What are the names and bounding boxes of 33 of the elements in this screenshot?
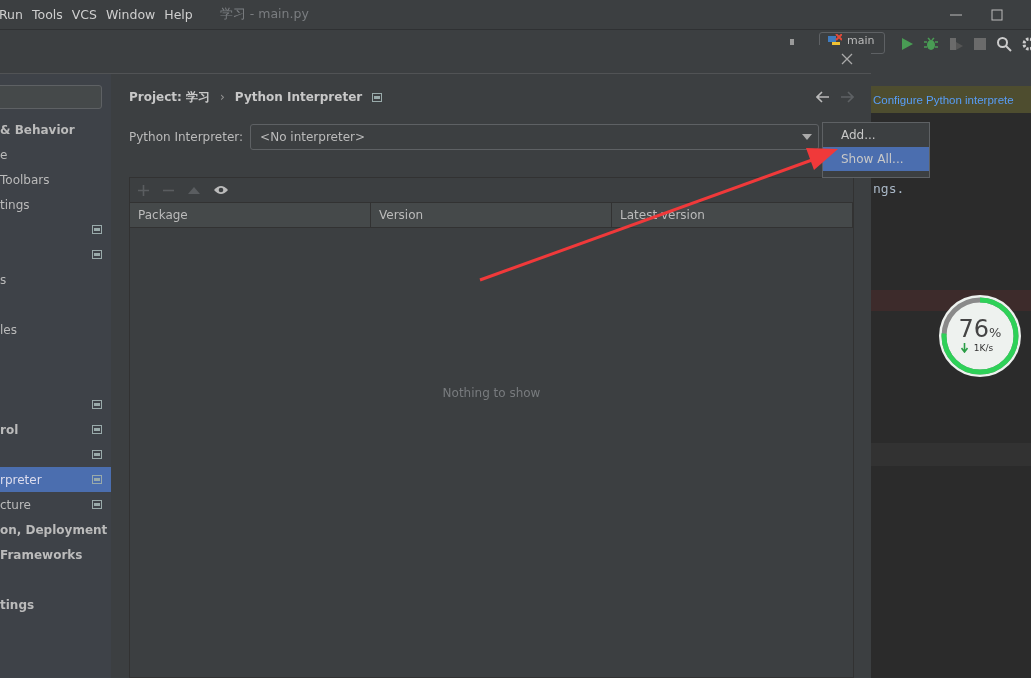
sidebar-item[interactable]: e xyxy=(0,142,111,167)
sidebar-item[interactable]: Toolbars xyxy=(0,167,111,192)
sidebar-item[interactable]: tings xyxy=(0,192,111,217)
percent-unit: % xyxy=(989,325,1002,340)
sidebar-item[interactable]: rol xyxy=(0,417,111,442)
menu-item[interactable]: Tools xyxy=(31,7,63,22)
breadcrumb-item: Project: 学习 xyxy=(129,88,211,106)
empty-table-text: Nothing to show xyxy=(442,385,541,400)
menu-item[interactable]: Run xyxy=(0,7,23,22)
interpreter-dropdown[interactable]: <No interpreter> xyxy=(250,124,819,150)
sidebar-item[interactable]: tings xyxy=(0,592,111,617)
menu-item[interactable]: Add... xyxy=(823,123,929,147)
interpreter-label: Python Interpreter: xyxy=(129,130,244,144)
sidebar-item[interactable]: cture xyxy=(0,492,111,517)
menu-item[interactable]: Window xyxy=(106,7,156,22)
configure-interpreter-link[interactable]: Configure Python interprete xyxy=(873,93,1014,106)
breadcrumb-separator: › xyxy=(220,90,225,104)
window-title: 学习 - main.py xyxy=(219,6,309,23)
speed-value: 1K/s xyxy=(973,343,994,353)
sidebar-item[interactable]: s xyxy=(0,267,111,292)
menu-item[interactable]: VCS xyxy=(71,7,97,22)
sidebar-item[interactable]: on, Deployment xyxy=(0,517,111,542)
percent-value: 76 xyxy=(958,315,990,343)
sidebar-item[interactable]: Frameworks xyxy=(0,542,111,567)
sidebar-item[interactable]: les xyxy=(0,317,111,342)
menu-item[interactable]: Show All... xyxy=(823,147,929,171)
column-header[interactable]: Version xyxy=(371,203,612,227)
column-header[interactable]: Package xyxy=(130,203,371,227)
menu-item[interactable]: Help xyxy=(164,7,193,22)
sidebar-item[interactable]: rpreter xyxy=(0,467,111,492)
breadcrumb-item: Python Interpreter xyxy=(234,90,363,104)
code-text: ngs. xyxy=(872,181,906,196)
sidebar-item[interactable]: & Behavior xyxy=(0,117,111,142)
